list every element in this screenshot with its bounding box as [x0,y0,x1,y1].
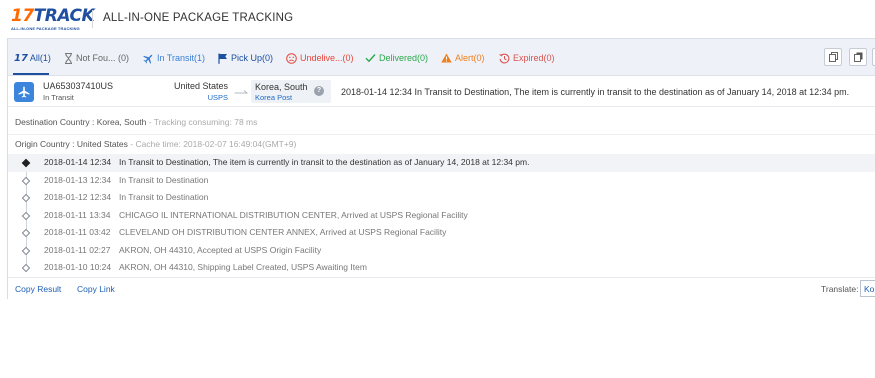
site-header: 17TRACK ALL-IN-ONE PACKAGE TRACKING ALL-… [0,0,875,38]
17track-logo-icon: 17 [14,52,28,64]
hourglass-icon [65,52,72,64]
copy-link-link[interactable]: Copy Link [77,284,115,294]
sad-face-icon [286,52,297,64]
tab-in-transit-label: In Transit(1) [157,53,206,63]
result-footer: Copy Result Copy Link Translate: Ko [8,277,875,299]
status-tabs: 17 All(1) Not Fou... (0) In Transit(1) P… [8,39,875,76]
destination-box: Korea, South Korea Post ? [251,80,331,103]
timeline-dot-icon [21,158,31,168]
destination-carrier-link[interactable]: Korea Post [255,93,292,102]
tracking-number[interactable]: UA653037410US [43,81,113,91]
destination-country: Korea, South [255,82,308,92]
tab-alert-label: Alert(0) [455,53,485,63]
tab-expired[interactable]: Expired(0) [499,51,555,65]
copy-result-link[interactable]: Copy Result [15,284,61,294]
tab-alert[interactable]: Alert(0) [441,51,485,65]
page-title: ALL-IN-ONE PACKAGE TRACKING [103,12,294,24]
event-time: 2018-01-14 12:34 [44,157,112,167]
tab-not-found-label: Not Fou... (0) [76,53,130,63]
event-time: 2018-01-13 12:34 [44,174,112,185]
tracking-result-panel: 17 All(1) Not Fou... (0) In Transit(1) P… [7,38,875,299]
status-badge [14,82,34,102]
logo-subtext: ALL-IN-ONE PACKAGE TRACKING [11,26,80,31]
destination-info-line: Destination Country : Korea, South - Tra… [15,117,257,127]
cache-time: Cache time: 2018-02-07 16:49:04(GMT+9) [135,139,297,149]
active-tab-indicator [13,73,49,75]
info-icon[interactable]: ? [314,86,324,96]
copy-button[interactable] [824,48,842,66]
clock-expired-icon [499,53,510,63]
event-time: 2018-01-11 02:27 [44,244,111,255]
translate-label: Translate: [821,284,859,294]
tracking-status: In Transit [43,93,74,102]
tab-pick-up[interactable]: Pick Up(0) [218,51,273,65]
timeline-event: 2018-01-13 12:34 In Transit to Destinati… [8,172,875,190]
tracking-consuming: Tracking consuming: 78 ms [153,117,258,127]
event-description: In Transit to Destination, The item is c… [119,157,530,167]
warning-triangle-icon [441,53,452,63]
timeline-event: 2018-01-11 03:42 CLEVELAND OH DISTRIBUTI… [8,224,875,242]
origin-country-label: Origin Country : United States [15,139,128,149]
header-divider [92,10,93,28]
package-summary-row[interactable]: UA653037410US In Transit United States U… [8,77,875,107]
event-description: AKRON, OH 44310, Accepted at USPS Origin… [119,244,322,255]
event-description: CLEVELAND OH DISTRIBUTION CENTER ANNEX, … [119,227,447,237]
copy-all-button[interactable] [849,48,867,66]
event-time: 2018-01-11 03:42 [44,227,111,237]
timeline-event: 2018-01-11 13:34 CHICAGO IL INTERNATIONA… [8,207,875,225]
tab-undelivered[interactable]: Undelive...(0) [286,51,354,65]
event-description: In Transit to Destination [119,174,209,185]
tab-undelivered-label: Undelive...(0) [300,53,354,63]
route-arrow-icon [234,90,248,94]
timeline-event: 2018-01-12 12:34 In Transit to Destinati… [8,189,875,207]
timeline-event: 2018-01-10 10:24 AKRON, OH 44310, Shippi… [8,259,875,277]
origin-country: United States [173,81,228,91]
origin-info-line: Origin Country : United States - Cache t… [15,139,296,149]
timeline-event: 2018-01-11 02:27 AKRON, OH 44310, Accept… [8,242,875,260]
tab-all-label: All(1) [29,53,51,63]
destination-country-label: Destination Country : Korea, South [15,117,147,127]
copy-icon [828,52,838,62]
event-description: CHICAGO IL INTERNATIONAL DISTRIBUTION CE… [119,209,468,220]
tab-all[interactable]: 17 All(1) [14,51,51,65]
event-time: 2018-01-11 13:34 [44,209,111,220]
origin-carrier-link[interactable]: USPS [156,93,228,102]
timeline-dot-icon [21,263,31,273]
tab-expired-label: Expired(0) [513,53,555,63]
17track-logo[interactable]: 17TRACK ALL-IN-ONE PACKAGE TRACKING [11,6,95,32]
timeline-dot-icon [21,193,31,203]
tab-pick-up-label: Pick Up(0) [231,53,274,63]
logo-word: TRACK [33,6,95,26]
event-description: AKRON, OH 44310, Shipping Label Created,… [119,262,367,272]
timeline-dot-icon [21,246,31,255]
tab-in-transit[interactable]: In Transit(1) [143,51,205,65]
tab-not-found[interactable]: Not Fou... (0) [64,51,129,65]
event-time: 2018-01-10 10:24 [44,262,112,272]
tab-delivered-label: Delivered(0) [379,53,429,63]
event-description: In Transit to Destination [119,192,209,202]
airplane-icon [18,86,30,98]
translate-language-select[interactable]: Ko [860,280,875,297]
tab-delivered[interactable]: Delivered(0) [365,51,428,65]
copy-all-icon [853,52,862,62]
timeline-event: 2018-01-14 12:34 In Transit to Destinati… [8,154,875,172]
event-time: 2018-01-12 12:34 [44,192,112,202]
timeline-dot-icon [21,211,31,220]
timeline-dot-icon [21,228,31,238]
checkmark-icon [365,54,376,63]
timeline-dot-icon [21,176,31,185]
flag-icon [218,53,227,64]
separator: - [146,117,154,127]
logo-wordmark: 17TRACK [11,6,95,26]
logo-number: 17 [11,6,34,26]
divider [8,134,875,135]
latest-event: 2018-01-14 12:34 In Transit to Destinati… [341,87,850,97]
airplane-icon [143,54,153,64]
